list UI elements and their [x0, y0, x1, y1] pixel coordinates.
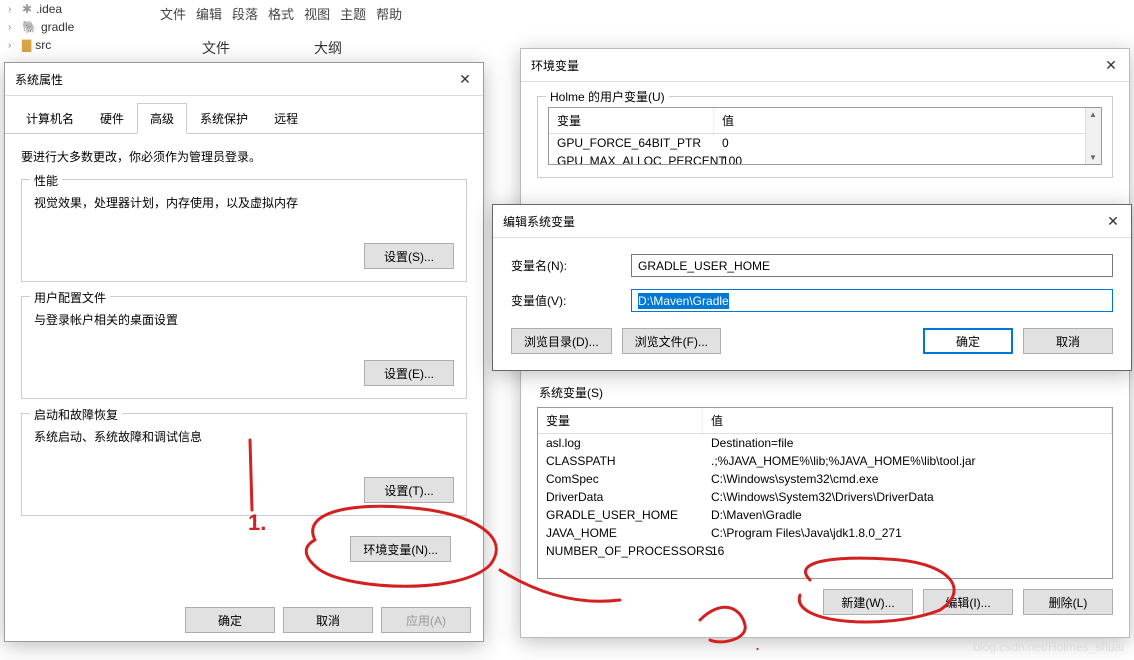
- project-tree: › ✱ .idea › 🐘 gradle › ▇ src: [8, 0, 74, 54]
- delete-button[interactable]: 删除(L): [1023, 589, 1113, 615]
- table-row[interactable]: ComSpec C:\Windows\system32\cmd.exe: [538, 470, 1112, 488]
- table-row[interactable]: CLASSPATH .;%JAVA_HOME%\lib;%JAVA_HOME%\…: [538, 452, 1112, 470]
- chevron-icon: ›: [8, 4, 18, 15]
- user-variables-group: Holme 的用户变量(U) 变量 值 GPU_FORCE_64BIT_PTR …: [537, 96, 1113, 178]
- cancel-button[interactable]: 取消: [1023, 328, 1113, 354]
- close-icon[interactable]: ✕: [455, 69, 475, 89]
- table-row[interactable]: JAVA_HOME C:\Program Files\Java\jdk1.8.0…: [538, 524, 1112, 542]
- tree-item-gradle[interactable]: › 🐘 gradle: [8, 18, 74, 36]
- group-title: Holme 的用户变量(U): [546, 88, 669, 105]
- performance-settings-button[interactable]: 设置(S)...: [364, 243, 454, 269]
- watermark: blog.csdn.net/Holmes_shuai: [973, 640, 1124, 654]
- dialog-buttons: 确定 取消 应用(A): [185, 607, 471, 633]
- cancel-button[interactable]: 取消: [283, 607, 373, 633]
- col-val[interactable]: 值: [703, 408, 1112, 433]
- tab-computer-name[interactable]: 计算机名: [13, 103, 87, 134]
- system-variables-table[interactable]: 变量 值 asl.log Destination=file CLASSPATH …: [537, 407, 1113, 579]
- var-name-input[interactable]: [631, 254, 1113, 277]
- tab-content: 要进行大多数更改，你必须作为管理员登录。 性能 视觉效果，处理器计划，内存使用，…: [5, 134, 483, 590]
- table-header: 变量 值: [538, 408, 1112, 434]
- table-header: 变量 值: [549, 108, 1101, 134]
- tab-advanced[interactable]: 高级: [137, 103, 187, 134]
- edit-system-variable-dialog: 编辑系统变量 ✕ 变量名(N): 变量值(V): D:\Maven\Gradle…: [492, 204, 1132, 371]
- close-icon[interactable]: ✕: [1103, 211, 1123, 231]
- editor-tabs: 文件 大纲: [190, 34, 354, 65]
- group-title: 启动和故障恢复: [30, 406, 122, 423]
- tree-label: gradle: [41, 20, 74, 34]
- group-title: 性能: [30, 172, 62, 189]
- environment-variables-button[interactable]: 环境变量(N)...: [350, 536, 451, 562]
- var-value-label: 变量值(V):: [511, 292, 631, 309]
- chevron-icon: ›: [8, 22, 18, 33]
- table-row[interactable]: GRADLE_USER_HOME D:\Maven\Gradle: [538, 506, 1112, 524]
- var-value-input[interactable]: D:\Maven\Gradle: [631, 289, 1113, 312]
- window-title: 环境变量: [531, 57, 579, 74]
- system-properties-window: 系统属性 ✕ 计算机名 硬件 高级 系统保护 远程 要进行大多数更改，你必须作为…: [4, 62, 484, 642]
- editor-menu: 文件 编辑 段落 格式 视图 主题 帮助: [160, 4, 402, 23]
- elephant-icon: 🐘: [22, 20, 37, 34]
- menu-format[interactable]: 格式: [268, 4, 294, 23]
- titlebar[interactable]: 系统属性 ✕: [5, 63, 483, 96]
- col-val[interactable]: 值: [714, 108, 1101, 133]
- ok-button[interactable]: 确定: [185, 607, 275, 633]
- performance-group: 性能 视觉效果，处理器计划，内存使用，以及虚拟内存 设置(S)...: [21, 179, 467, 282]
- group-title: 用户配置文件: [30, 289, 110, 306]
- folder-icon: ✱: [22, 2, 32, 16]
- window-title: 编辑系统变量: [503, 213, 575, 230]
- profile-settings-button[interactable]: 设置(E)...: [364, 360, 454, 386]
- folder-icon: ▇: [22, 38, 31, 52]
- group-text: 系统启动、系统故障和调试信息: [34, 428, 454, 445]
- table-row[interactable]: GPU_MAX_ALLOC_PERCENT 100: [549, 152, 1101, 165]
- startup-settings-button[interactable]: 设置(T)...: [364, 477, 454, 503]
- dialog-body: 变量名(N): 变量值(V): D:\Maven\Gradle 浏览目录(D).…: [493, 238, 1131, 370]
- col-var[interactable]: 变量: [538, 408, 703, 433]
- menu-theme[interactable]: 主题: [340, 4, 366, 23]
- sys-vars-label: 系统变量(S): [539, 384, 1113, 401]
- scrollbar[interactable]: [1085, 108, 1101, 164]
- browse-file-button[interactable]: 浏览文件(F)...: [622, 328, 721, 354]
- new-button[interactable]: 新建(W)...: [823, 589, 913, 615]
- user-variables-table[interactable]: 变量 值 GPU_FORCE_64BIT_PTR 0 GPU_MAX_ALLOC…: [548, 107, 1102, 165]
- col-var[interactable]: 变量: [549, 108, 714, 133]
- table-row[interactable]: NUMBER_OF_PROCESSORS 16: [538, 542, 1112, 560]
- menu-paragraph[interactable]: 段落: [232, 4, 258, 23]
- sys-vars-buttons: 新建(W)... 编辑(I)... 删除(L): [537, 589, 1113, 615]
- tab-hardware[interactable]: 硬件: [87, 103, 137, 134]
- ok-button[interactable]: 确定: [923, 328, 1013, 354]
- admin-note: 要进行大多数更改，你必须作为管理员登录。: [21, 148, 467, 165]
- tree-item-src[interactable]: › ▇ src: [8, 36, 74, 54]
- close-icon[interactable]: ✕: [1101, 55, 1121, 75]
- menu-edit[interactable]: 编辑: [196, 4, 222, 23]
- tab-row: 计算机名 硬件 高级 系统保护 远程: [5, 102, 483, 134]
- tree-label: .idea: [36, 2, 62, 16]
- startup-recovery-group: 启动和故障恢复 系统启动、系统故障和调试信息 设置(T)...: [21, 413, 467, 516]
- titlebar[interactable]: 编辑系统变量 ✕: [493, 205, 1131, 238]
- table-row[interactable]: GPU_FORCE_64BIT_PTR 0: [549, 134, 1101, 152]
- table-row[interactable]: asl.log Destination=file: [538, 434, 1112, 452]
- browse-dir-button[interactable]: 浏览目录(D)...: [511, 328, 612, 354]
- menu-view[interactable]: 视图: [304, 4, 330, 23]
- menu-file[interactable]: 文件: [160, 4, 186, 23]
- edit-button[interactable]: 编辑(I)...: [923, 589, 1013, 615]
- user-profiles-group: 用户配置文件 与登录帐户相关的桌面设置 设置(E)...: [21, 296, 467, 399]
- tab-remote[interactable]: 远程: [261, 103, 311, 134]
- window-title: 系统属性: [15, 71, 63, 88]
- tab-file[interactable]: 文件: [190, 34, 242, 65]
- tree-item-idea[interactable]: › ✱ .idea: [8, 0, 74, 18]
- tab-system-protection[interactable]: 系统保护: [187, 103, 261, 134]
- group-text: 视觉效果，处理器计划，内存使用，以及虚拟内存: [34, 194, 454, 211]
- tree-label: src: [35, 38, 51, 52]
- tab-outline[interactable]: 大纲: [302, 34, 354, 65]
- menu-help[interactable]: 帮助: [376, 4, 402, 23]
- chevron-icon: ›: [8, 40, 18, 51]
- group-text: 与登录帐户相关的桌面设置: [34, 311, 454, 328]
- apply-button[interactable]: 应用(A): [381, 607, 471, 633]
- table-row[interactable]: DriverData C:\Windows\System32\Drivers\D…: [538, 488, 1112, 506]
- var-name-label: 变量名(N):: [511, 257, 631, 274]
- titlebar[interactable]: 环境变量 ✕: [521, 49, 1129, 82]
